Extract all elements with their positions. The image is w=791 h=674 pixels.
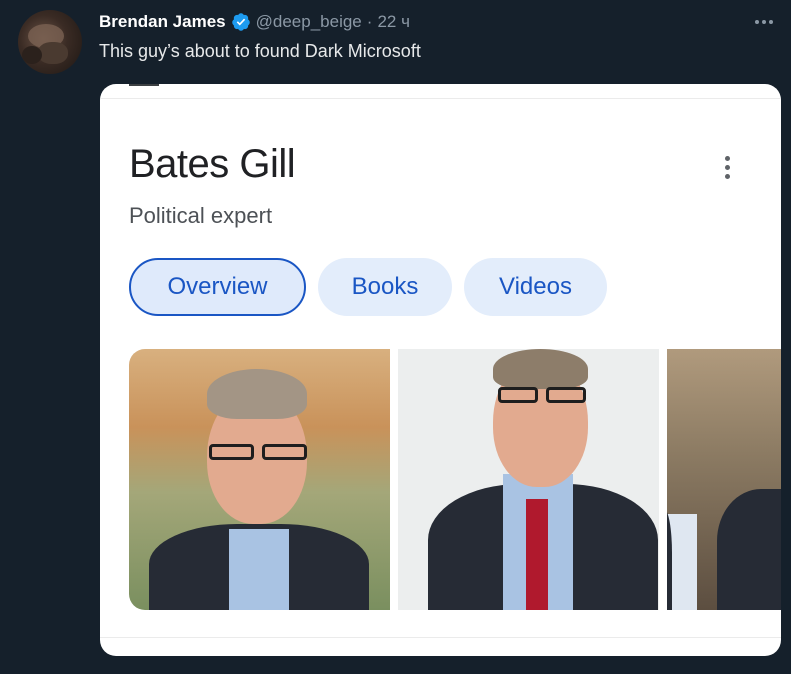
avatar-shape: [22, 46, 42, 64]
tweet-header: Brendan James @deep_beige · 22 ч: [99, 11, 410, 33]
more-vert-icon[interactable]: [720, 156, 734, 184]
tab-overview[interactable]: Overview: [129, 258, 306, 316]
author-name[interactable]: Brendan James: [99, 12, 226, 32]
person-photo[interactable]: [667, 349, 781, 610]
tab-books[interactable]: Books: [318, 258, 452, 316]
tweet-timestamp[interactable]: 22 ч: [377, 12, 410, 32]
attached-screenshot-card[interactable]: Bates Gill Political expert Overview Boo…: [100, 84, 781, 656]
image-carousel: [129, 349, 781, 610]
divider: [100, 637, 781, 638]
separator-dot: ·: [366, 12, 373, 31]
divider: [100, 98, 781, 99]
author-handle[interactable]: @deep_beige: [256, 12, 362, 32]
author-avatar[interactable]: [18, 10, 82, 74]
verified-badge-icon[interactable]: [231, 12, 251, 32]
person-photo[interactable]: [129, 349, 390, 610]
avatar-shape: [38, 42, 68, 64]
tweet-text: This guy’s about to found Dark Microsoft: [99, 41, 421, 61]
drag-handle: [129, 84, 159, 86]
tab-videos[interactable]: Videos: [464, 258, 607, 316]
more-options-icon[interactable]: [751, 10, 777, 34]
chip-row: Overview Books Videos: [129, 258, 619, 316]
knowledge-panel-title: Bates Gill: [129, 142, 296, 186]
person-photo[interactable]: [398, 349, 659, 610]
knowledge-panel-subtitle: Political expert: [129, 203, 273, 228]
